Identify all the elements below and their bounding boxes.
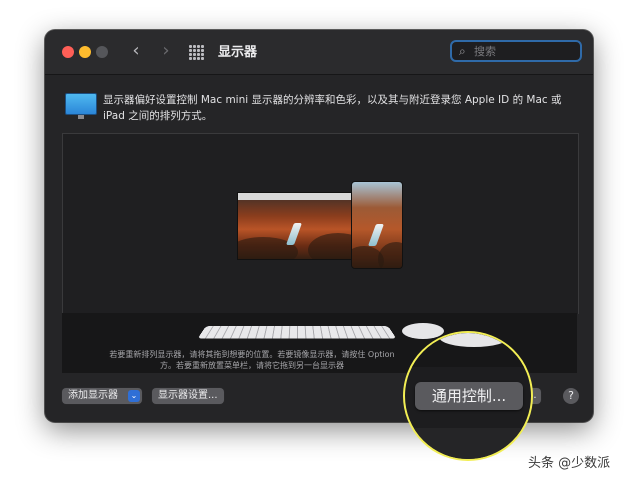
ipad-display-thumbnail[interactable] [351, 181, 403, 269]
search-input[interactable] [474, 42, 574, 60]
waterfall-graphic [285, 223, 303, 245]
search-icon: ⌕ [459, 44, 466, 58]
forward-button[interactable]: › [155, 40, 177, 62]
window-title: 显示器 [218, 45, 258, 60]
search-field[interactable]: ⌕ [450, 40, 582, 62]
add-display-button[interactable]: 添加显示器 ⌄ [62, 388, 142, 404]
arrangement-hint: 若要重新排列显示器，请将其拖到想要的位置。若要镜像显示器，请按住 Option … [109, 350, 395, 370]
magnifier-highlight: 通用控制... [403, 331, 533, 461]
chevron-down-icon[interactable]: ⌄ [128, 390, 140, 402]
titlebar: ‹ › 显示器 ⌕ [45, 30, 593, 75]
close-icon[interactable] [62, 46, 74, 58]
watermark: 头条 @少数派 [528, 456, 611, 471]
mac-mini-display-thumbnail[interactable] [237, 192, 355, 260]
menu-bar-indicator[interactable] [238, 193, 354, 200]
display-arrangement-area[interactable] [62, 133, 579, 314]
grid-icon[interactable] [189, 45, 204, 60]
universal-control-button[interactable]: 通用控制... [415, 382, 523, 410]
waterfall-graphic [367, 224, 385, 246]
keyboard-graphic [197, 326, 397, 339]
help-button[interactable]: ? [563, 388, 579, 404]
description-text: 显示器偏好设置控制 Mac mini 显示器的分辨率和色彩，以及其与附近登录您 … [103, 94, 562, 122]
minimize-icon[interactable] [79, 46, 91, 58]
add-display-label: 添加显示器 [68, 390, 118, 401]
zoom-icon[interactable] [96, 46, 108, 58]
display-settings-button[interactable]: 显示器设置... [152, 388, 224, 404]
back-button[interactable]: ‹ [125, 40, 147, 62]
display-icon [65, 93, 97, 121]
